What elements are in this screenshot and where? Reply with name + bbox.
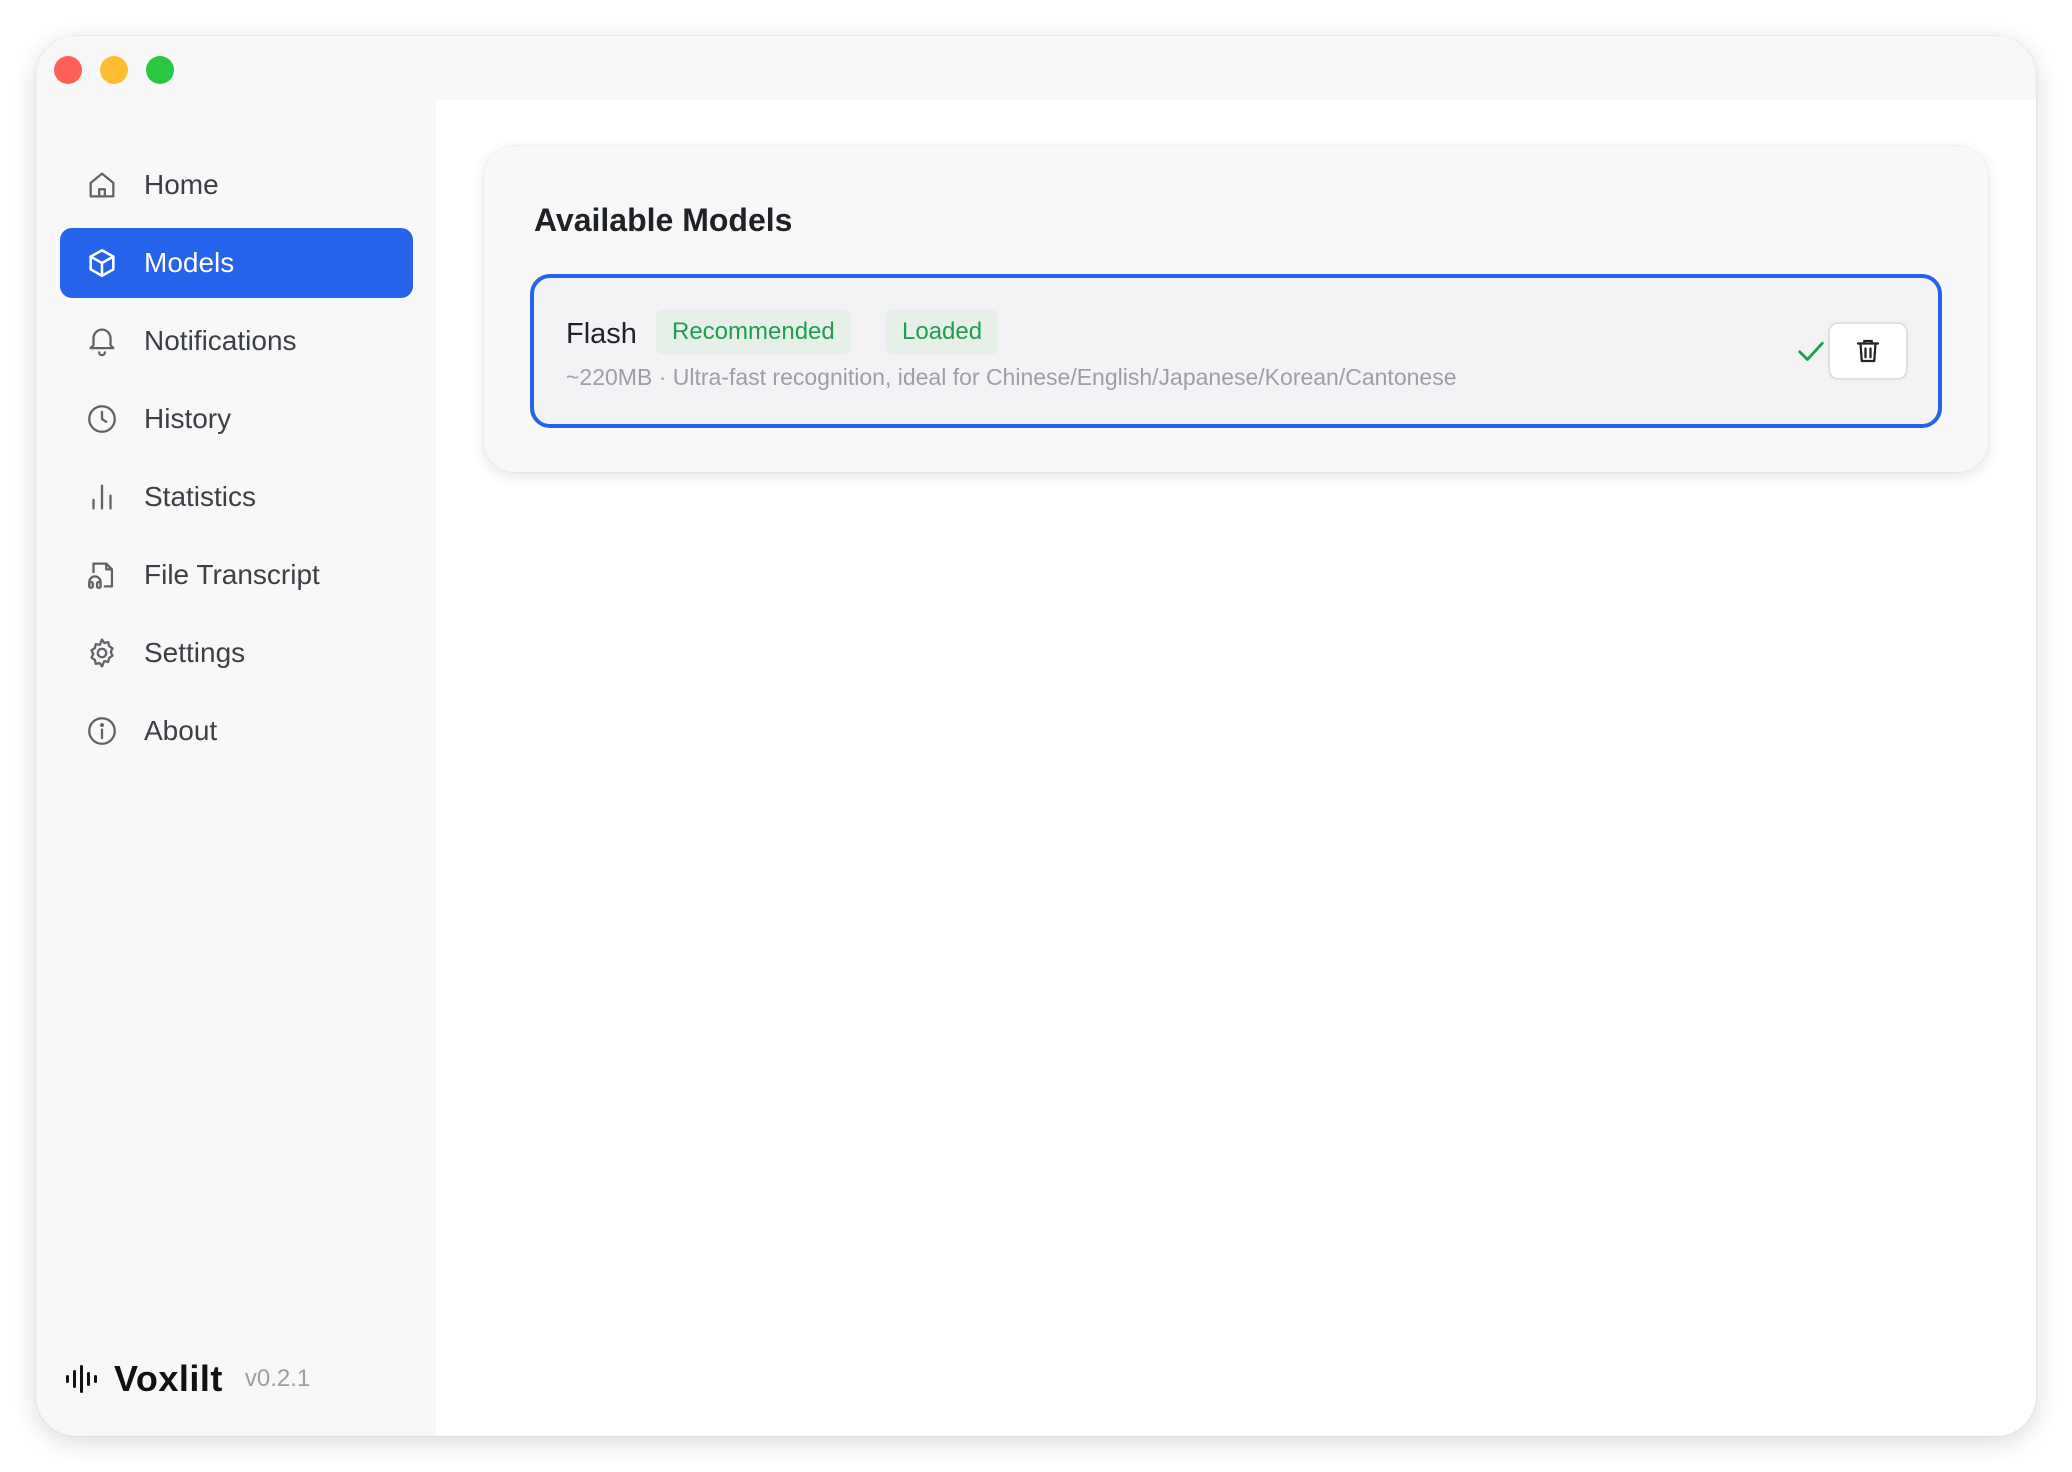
sidebar-item-history[interactable]: History [60, 384, 413, 454]
sidebar-item-label: File Transcript [144, 559, 320, 590]
sidebar-item-label: Settings [144, 637, 246, 668]
check-icon [1798, 341, 1824, 361]
minimize-window-button[interactable] [100, 56, 128, 84]
page-title: Available Models [534, 202, 793, 238]
model-name: Flash [566, 318, 637, 350]
home-icon [84, 167, 120, 203]
sidebar-item-label: History [144, 403, 232, 434]
sidebar-item-settings[interactable]: Settings [60, 618, 413, 688]
model-item-flash[interactable]: Flash Recommended Loaded ~220MB · Ultra-… [530, 274, 1942, 428]
waveform-logo-icon [66, 1365, 97, 1393]
sidebar-item-label: Models [144, 247, 235, 278]
trash-icon [1856, 339, 1880, 363]
sidebar-item-label: Notifications [144, 325, 297, 356]
brand: Voxlilt v0.2.1 [64, 1358, 310, 1400]
window-controls [54, 56, 174, 84]
delete-model-button[interactable] [1828, 322, 1908, 380]
sidebar-item-notifications[interactable]: Notifications [60, 306, 413, 376]
sidebar-item-label: Statistics [144, 481, 257, 512]
app-version: v0.2.1 [244, 1365, 311, 1392]
sidebar-item-about[interactable]: About [60, 696, 413, 766]
loaded-badge: Loaded [886, 310, 999, 354]
models-card: Available Models Flash Recommended Loade… [484, 146, 1988, 472]
box-icon [84, 245, 120, 281]
sidebar-item-models[interactable]: Models [60, 228, 413, 298]
sidebar-item-label: About [144, 715, 218, 746]
bell-icon [84, 323, 120, 359]
sidebar-item-home[interactable]: Home [60, 150, 413, 220]
app-window: Home Models Notifications History Statis… [36, 36, 2036, 1436]
model-description: ~220MB · Ultra-fast recognition, ideal f… [566, 364, 1457, 390]
sidebar-item-file-transcript[interactable]: File Transcript [60, 540, 413, 610]
close-window-button[interactable] [54, 56, 82, 84]
gear-icon [84, 635, 120, 671]
maximize-window-button[interactable] [146, 56, 174, 84]
clock-icon [84, 401, 120, 437]
bar-chart-icon [84, 479, 120, 515]
sidebar-nav: Home Models Notifications History Statis… [60, 150, 413, 774]
sidebar-item-statistics[interactable]: Statistics [60, 462, 413, 532]
main-content: Available Models Flash Recommended Loade… [436, 100, 2036, 1436]
file-audio-icon [84, 557, 120, 593]
recommended-badge: Recommended [656, 310, 851, 354]
info-icon [84, 713, 120, 749]
sidebar-item-label: Home [144, 169, 219, 200]
brand-name: Voxlilt [114, 1358, 223, 1399]
sidebar: Home Models Notifications History Statis… [36, 100, 436, 1436]
